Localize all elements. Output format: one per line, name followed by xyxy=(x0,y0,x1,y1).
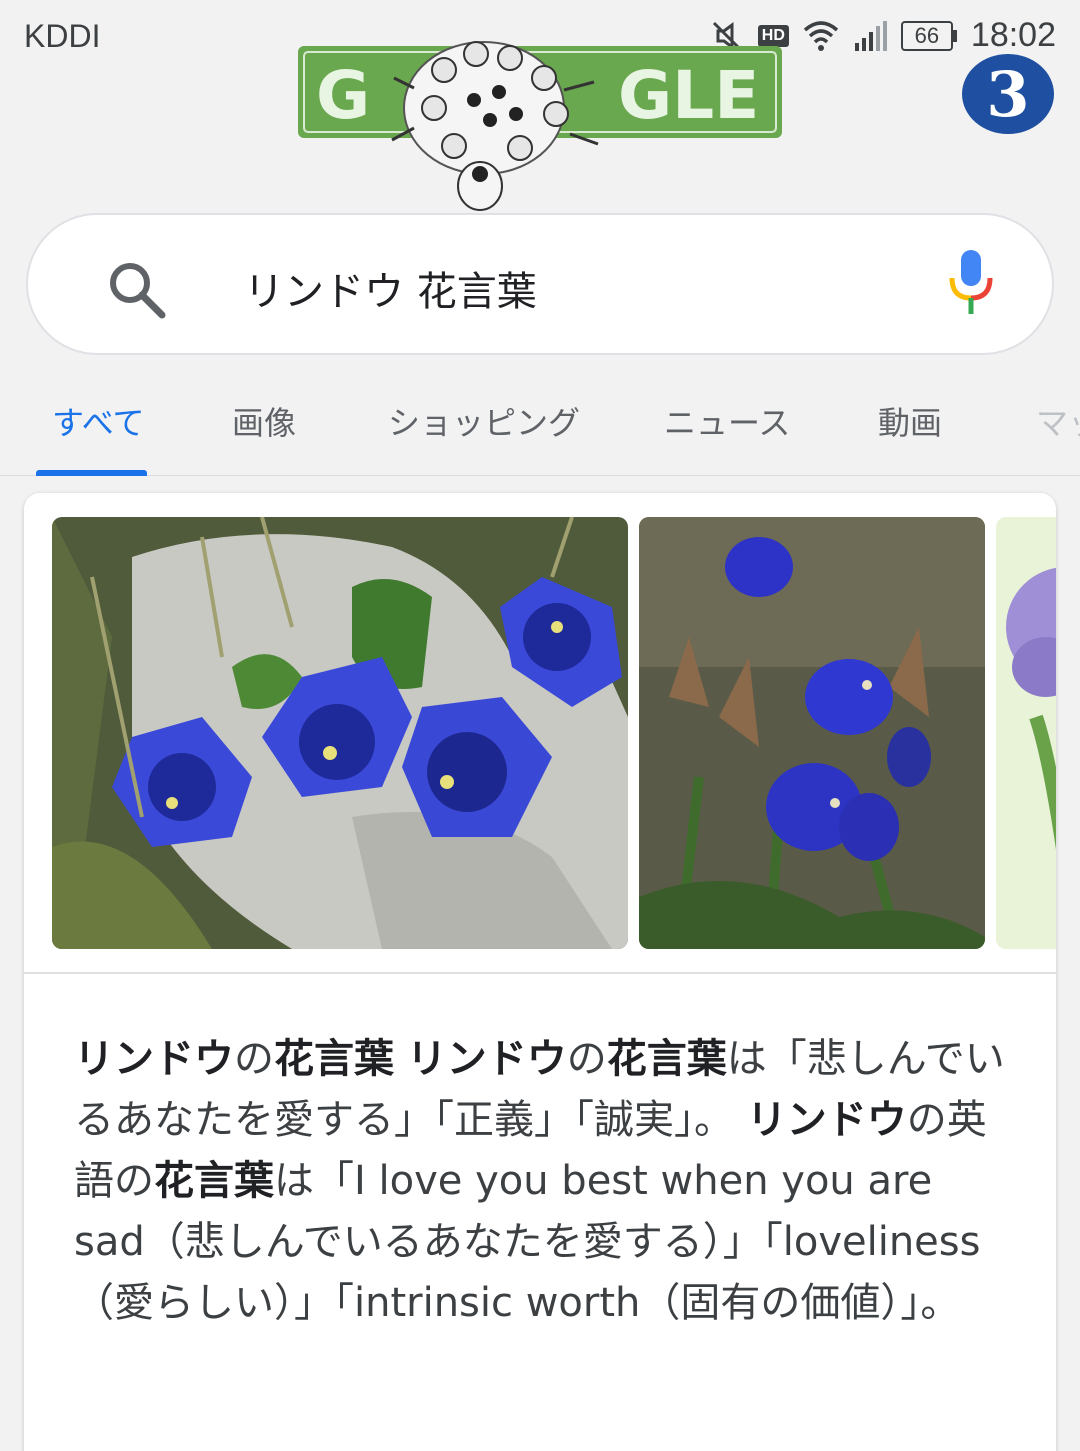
tab-shopping[interactable]: ショッピング xyxy=(388,398,580,444)
snippet-segment: の xyxy=(234,1036,274,1082)
tab-videos[interactable]: 動画 xyxy=(878,398,942,444)
tab-news[interactable]: ニュース xyxy=(664,398,790,444)
doodle-letters-left: G xyxy=(316,57,370,134)
result-image-2[interactable] xyxy=(639,517,985,949)
channel-logo-text: 3 xyxy=(986,58,1029,131)
active-tab-indicator xyxy=(36,470,147,476)
carrier-label: KDDI xyxy=(24,18,101,54)
snippet-text: リンドウの花言葉 リンドウの花言葉は「悲しんでいるあなたを愛する」「正義」「誠実… xyxy=(74,1029,1010,1334)
battery-icon: 66 xyxy=(900,20,957,51)
search-box[interactable]: リンドウ 花言葉 xyxy=(26,213,1054,355)
result-image-1[interactable] xyxy=(52,517,628,949)
snippet-keyword: リンドウ xyxy=(746,1097,907,1143)
wifi-icon xyxy=(803,20,839,51)
mic-icon[interactable] xyxy=(946,248,996,316)
google-doodle[interactable]: G GLE xyxy=(294,18,786,218)
tab-all[interactable]: すべて xyxy=(52,398,144,444)
snippet-keyword: 花言葉 xyxy=(274,1036,394,1082)
channel-logo: 3 xyxy=(960,52,1056,136)
tab-maps[interactable]: マッ xyxy=(1036,398,1080,444)
snippet-segment: の xyxy=(566,1036,607,1082)
doodle-letters-right: GLE xyxy=(618,57,759,134)
tab-images[interactable]: 画像 xyxy=(232,398,296,444)
battery-level: 66 xyxy=(900,20,953,51)
search-icon[interactable] xyxy=(104,257,168,321)
featured-snippet-card: リンドウの花言葉 リンドウの花言葉は「悲しんでいるあなたを愛する」「正義」「誠実… xyxy=(24,493,1056,1451)
search-tabs: すべて 画像 ショッピング ニュース 動画 マッ xyxy=(0,370,1080,476)
signal-icon xyxy=(854,20,887,51)
search-input[interactable]: リンドウ 花言葉 xyxy=(244,259,537,317)
clock: 18:02 xyxy=(970,16,1056,54)
snippet-keyword: 花言葉 xyxy=(606,1036,727,1082)
doodle-graphic: G GLE xyxy=(298,41,782,211)
snippet-keyword: 花言葉 xyxy=(154,1158,274,1204)
snippet-keyword: リンドウ xyxy=(406,1036,567,1082)
snippet-segment xyxy=(394,1036,407,1082)
snippet-keyword: リンドウ xyxy=(74,1036,234,1082)
card-divider xyxy=(24,972,1056,974)
result-image-3[interactable] xyxy=(996,517,1056,949)
